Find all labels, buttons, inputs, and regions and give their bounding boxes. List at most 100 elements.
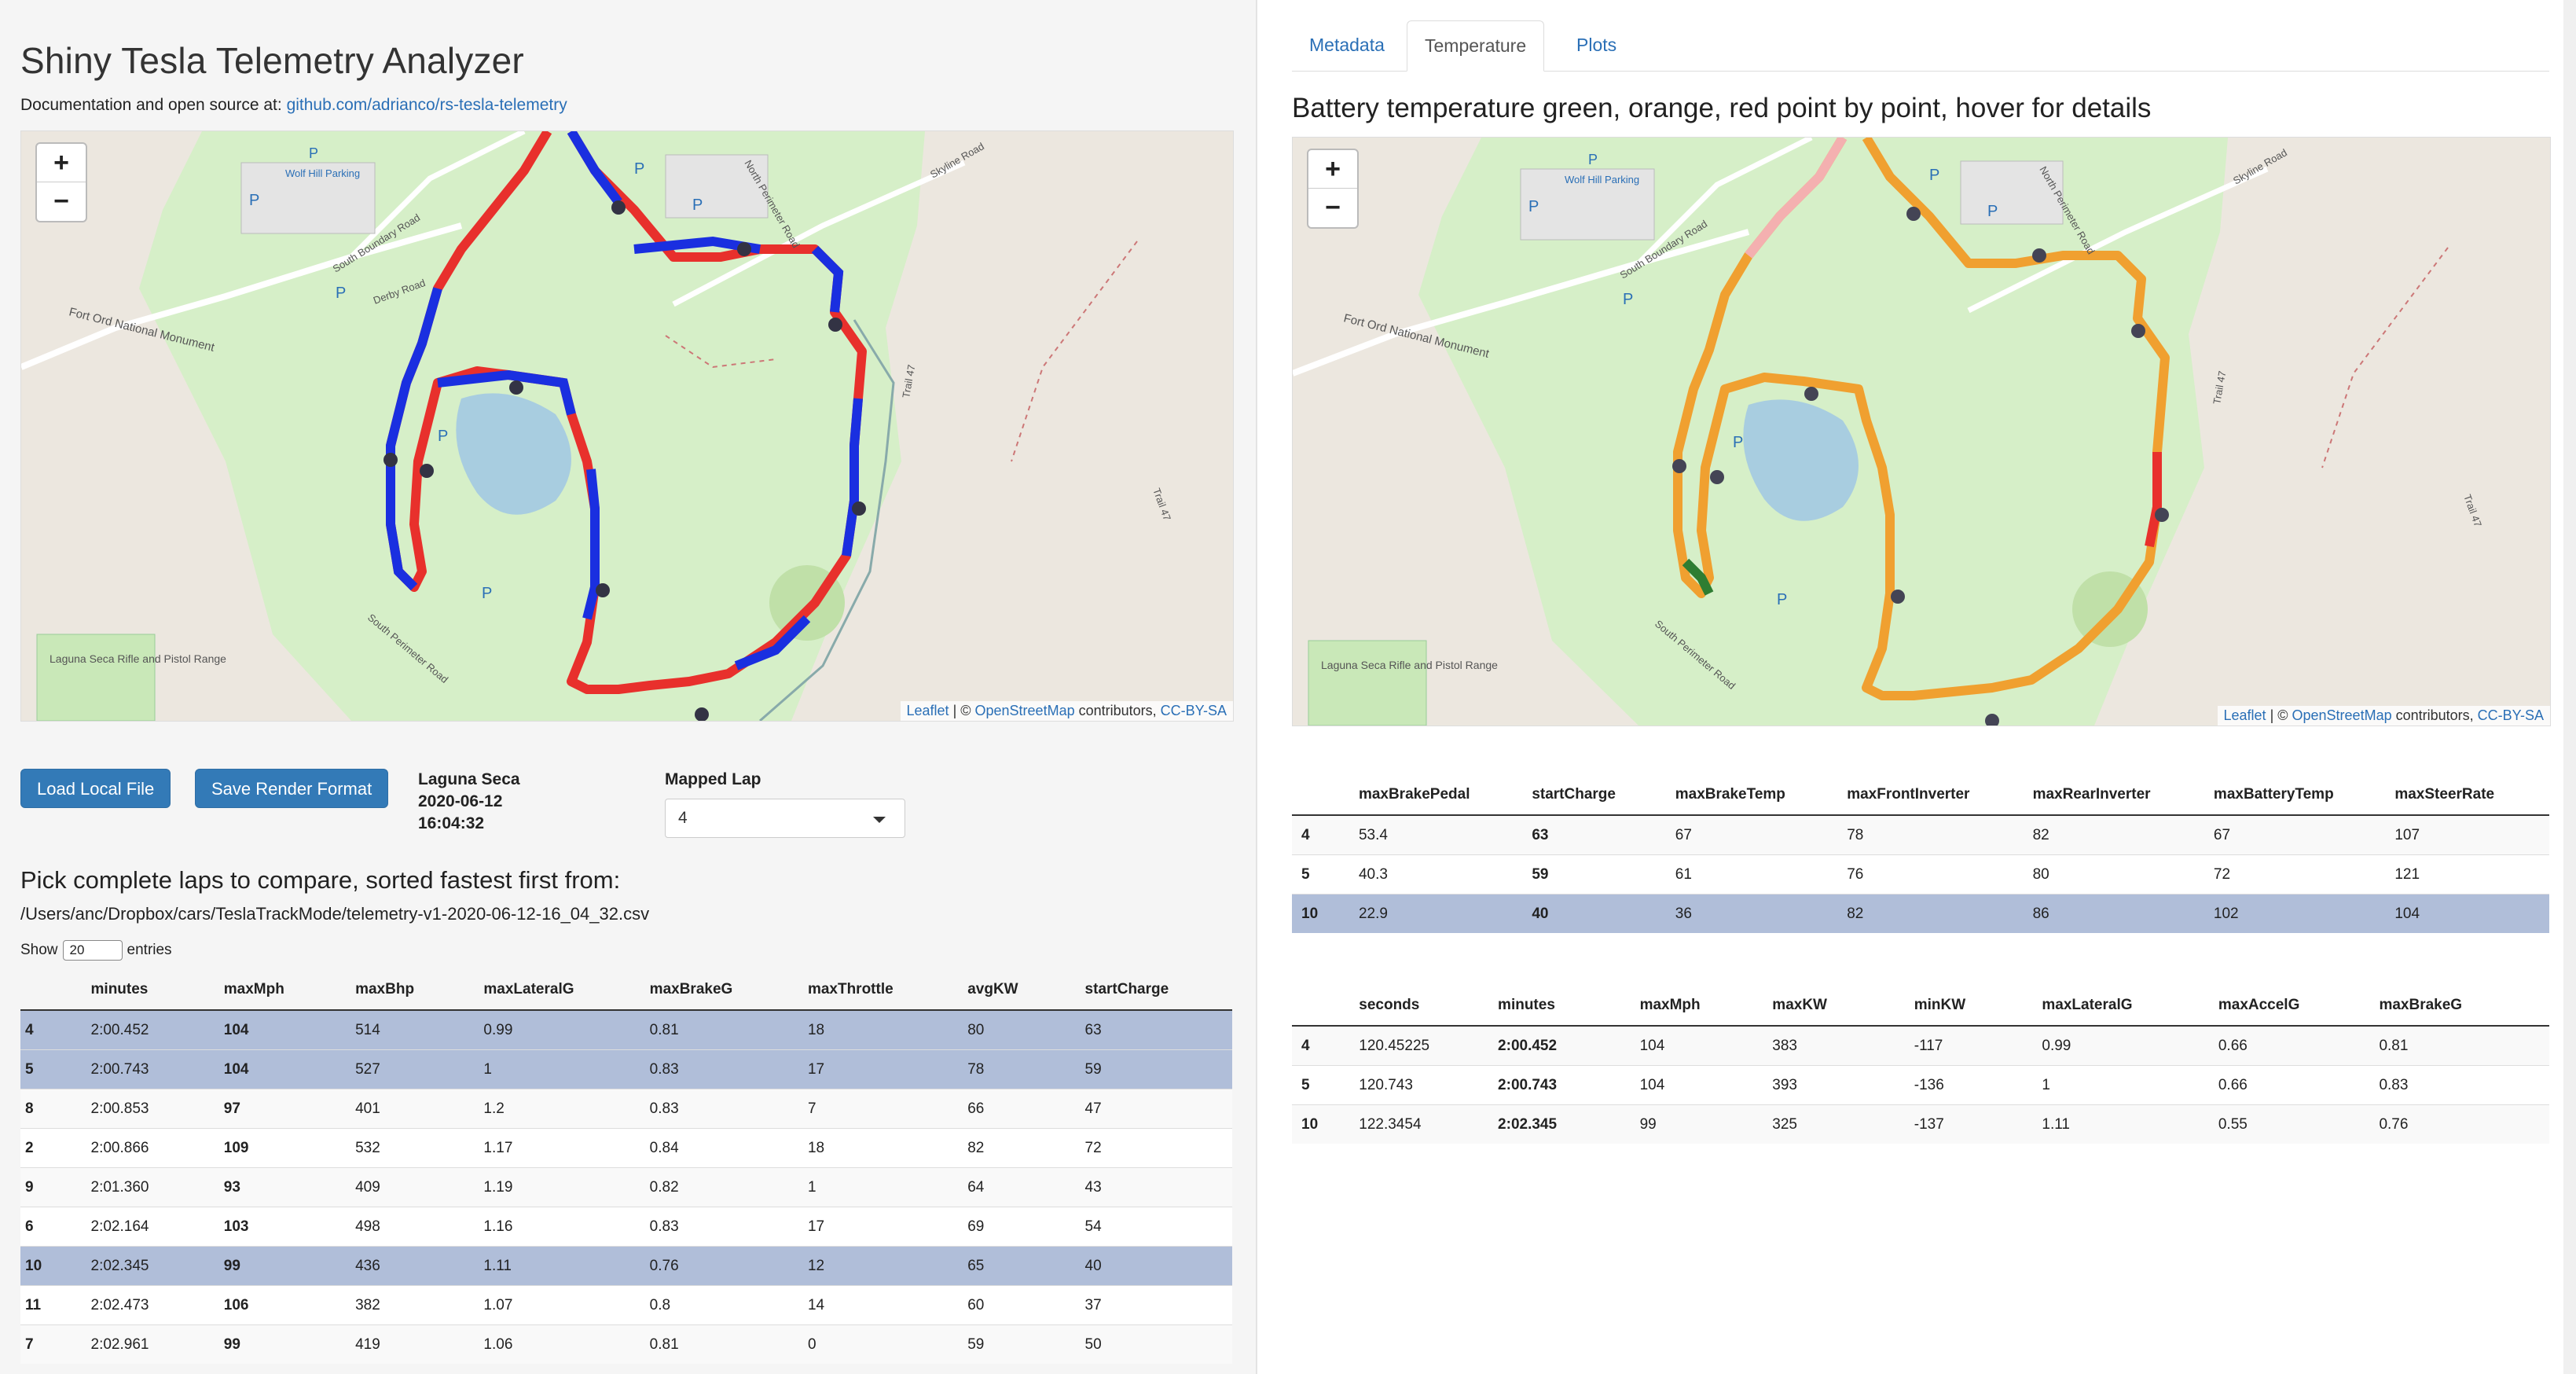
track-marker[interactable] [509,380,523,395]
column-header[interactable] [1292,775,1359,816]
column-header[interactable]: minutes [1498,986,1640,1027]
table-cell: 1.17 [483,1128,650,1168]
table-cell: 0.99 [2042,1025,2218,1066]
column-header[interactable]: minutes [90,970,224,1011]
table-cell: 532 [355,1128,484,1168]
table-cell: 59 [1532,854,1675,895]
table-row[interactable]: 10 122.3454 2:02.345 99 325 -137 1.11 0.55 0.76 [1292,1104,2549,1144]
table-cell: 60 [967,1285,1085,1325]
column-header[interactable]: maxBatteryTemp [2213,775,2395,816]
track-marker[interactable] [2032,248,2046,263]
table-cell: 82 [1847,894,2033,933]
track-marker[interactable] [2131,324,2145,338]
doc-line: Documentation and open source at: github… [20,96,567,115]
table-cell: 0.84 [649,1128,808,1168]
column-header[interactable]: maxSteerRate [2394,775,2549,816]
track-marker[interactable] [1804,387,1818,401]
track-marker[interactable] [852,501,866,516]
mapped-lap-select[interactable]: 4 [665,799,905,838]
column-header[interactable]: startCharge [1084,970,1232,1011]
table-cell: 59 [967,1324,1085,1364]
leaflet-link[interactable]: Leaflet [907,703,949,718]
column-header[interactable]: maxKW [1772,986,1914,1027]
table-cell: 8 [20,1089,91,1129]
column-header[interactable]: maxBrakeG [2379,986,2549,1027]
table-row[interactable]: 7 2:02.961 99 419 1.06 0.81 0 59 50 [20,1324,1232,1364]
tab-plots[interactable]: Plots [1559,20,1634,69]
column-header[interactable]: maxFrontInverter [1847,775,2033,816]
table-row[interactable]: 4 53.4 63 67 78 82 67 107 [1292,814,2549,855]
column-header[interactable]: maxMph [223,970,356,1011]
session-location: Laguna Seca [418,770,520,788]
track-marker[interactable] [828,318,842,332]
zoom-in-button[interactable]: + [1308,150,1357,189]
zoom-out-button[interactable]: − [1308,189,1357,226]
track-marker[interactable] [1672,459,1686,473]
map-label-p: P [336,285,346,302]
map-label-p: P [634,160,644,178]
laps-table: minutes maxMph maxBhp maxLateralG maxBrakeG m… [20,970,1232,1364]
track-marker[interactable] [1891,590,1905,604]
track-marker[interactable] [420,464,434,478]
table-row[interactable]: 5 2:00.743 104 527 1 0.83 17 78 59 [20,1049,1232,1089]
tab-temperature[interactable]: Temperature [1407,20,1545,72]
track-marker[interactable] [737,242,751,256]
track-marker[interactable] [383,453,398,467]
table-row[interactable]: 10 22.9 40 36 82 86 102 104 [1292,894,2549,933]
map-right-canvas: P Wolf Hill Parking P P P P P P Fort Ord… [1293,138,2550,726]
track-marker[interactable] [2155,508,2169,522]
column-header[interactable] [20,970,91,1011]
column-header[interactable]: minKW [1914,986,2042,1027]
save-render-format-button[interactable]: Save Render Format [195,769,389,808]
page-title: Shiny Tesla Telemetry Analyzer [20,40,524,81]
column-header[interactable]: avgKW [967,970,1085,1011]
table-row[interactable]: 5 120.743 2:00.743 104 393 -136 1 0.66 0.83 [1292,1065,2549,1105]
osm-link[interactable]: OpenStreetMap [2292,707,2392,723]
table-cell: -137 [1914,1104,2042,1144]
track-marker[interactable] [1710,470,1724,484]
license-link[interactable]: CC-BY-SA [1161,703,1227,718]
column-header[interactable]: maxBhp [355,970,484,1011]
column-header[interactable]: maxMph [1639,986,1773,1027]
column-header[interactable]: maxBrakeTemp [1675,775,1848,816]
column-header[interactable]: maxThrottle [807,970,968,1011]
column-header[interactable]: maxLateralG [2042,986,2218,1027]
github-link[interactable]: github.com/adrianco/rs-tesla-telemetry [287,96,567,114]
table-row[interactable]: 5 40.3 59 61 76 80 72 121 [1292,854,2549,895]
table-row[interactable]: 9 2:01.360 93 409 1.19 0.82 1 64 43 [20,1167,1232,1207]
column-header[interactable]: maxBrakePedal [1358,775,1532,816]
zoom-in-button[interactable]: + [37,144,86,182]
column-header[interactable]: maxLateralG [483,970,650,1011]
load-local-file-button[interactable]: Load Local File [20,769,171,808]
entries-select[interactable]: 20 [62,940,123,961]
column-header[interactable] [1292,986,1360,1027]
column-header[interactable]: maxAccelG [2218,986,2380,1027]
osm-link[interactable]: OpenStreetMap [975,703,1075,718]
track-marker[interactable] [596,583,610,597]
track-map-right[interactable]: P Wolf Hill Parking P P P P P P Fort Ord… [1292,137,2551,726]
zoom-out-button[interactable]: − [37,182,86,220]
table-row[interactable]: 8 2:00.853 97 401 1.2 0.83 7 66 47 [20,1089,1232,1129]
column-header[interactable]: maxRearInverter [2032,775,2214,816]
track-marker[interactable] [611,200,626,215]
table-row[interactable]: 4 120.45225 2:00.452 104 383 -117 0.99 0.66 0.81 [1292,1025,2549,1066]
table-row[interactable]: 2 2:00.866 109 532 1.17 0.84 18 82 72 [20,1128,1232,1168]
table-cell: 104 [223,1049,356,1089]
table-row[interactable]: 10 2:02.345 99 436 1.11 0.76 12 65 40 [20,1246,1232,1286]
column-header[interactable]: seconds [1359,986,1499,1027]
column-header[interactable]: maxBrakeG [649,970,808,1011]
table-cell: 107 [2394,814,2549,855]
table-cell: 1.16 [483,1207,650,1247]
track-map-left[interactable]: P Wolf Hill Parking P P P P P P Fort Ord… [20,130,1234,722]
license-link[interactable]: CC-BY-SA [2478,707,2544,723]
table-cell: 82 [2032,814,2214,855]
table-cell: 10 [1292,894,1359,933]
window-edge-scrollbar[interactable] [2563,0,2576,1374]
track-marker[interactable] [1906,207,1921,221]
tab-metadata[interactable]: Metadata [1292,20,1402,69]
table-row[interactable]: 4 2:00.452 104 514 0.99 0.81 18 80 63 [20,1009,1232,1050]
column-header[interactable]: startCharge [1532,775,1675,816]
table-row[interactable]: 11 2:02.473 106 382 1.07 0.8 14 60 37 [20,1285,1232,1325]
leaflet-link[interactable]: Leaflet [2224,707,2266,723]
table-row[interactable]: 6 2:02.164 103 498 1.16 0.83 17 69 54 [20,1207,1232,1247]
